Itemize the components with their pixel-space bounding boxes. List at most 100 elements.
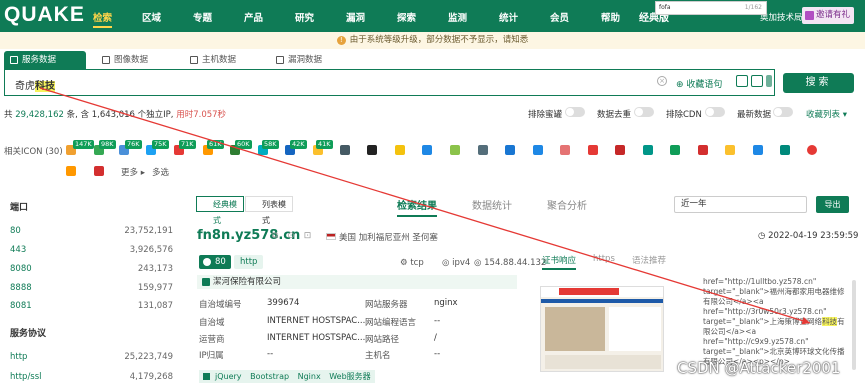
favicon-19[interactable] <box>560 145 570 155</box>
ip-owner-key: IP归属 <box>199 351 224 361</box>
stats-total: 29,428,162 <box>15 110 64 120</box>
image-search-icon[interactable] <box>736 75 748 87</box>
isp-value: INTERNET HOSTSPAC... <box>267 333 366 343</box>
gift-icon <box>805 11 814 20</box>
favicon-12[interactable] <box>367 145 377 155</box>
favicon-23[interactable] <box>670 145 680 155</box>
port-filter-item[interactable]: 8081 131,087 <box>10 301 173 311</box>
nav-monitor[interactable]: 监测 <box>448 10 467 24</box>
favicon-25[interactable] <box>725 145 735 155</box>
toggle-latest[interactable] <box>773 107 793 117</box>
favicon-count: 75K <box>152 140 169 149</box>
port-value: 8888 <box>10 283 32 293</box>
mode-label: 经典模式 <box>213 200 237 225</box>
host-action-icons[interactable]: ⧉ ⊙ ⊡ <box>272 231 314 241</box>
fav-list-dropdown[interactable]: 收藏列表 ▾ <box>806 108 847 120</box>
favicon-15[interactable] <box>450 145 460 155</box>
favicon-11[interactable] <box>340 145 350 155</box>
favicon-29[interactable] <box>66 166 76 176</box>
query-highlight: 科技 <box>35 81 55 92</box>
invite-button[interactable]: 邀请有礼 <box>802 7 854 24</box>
favicon-18[interactable] <box>533 145 543 155</box>
favicon-27[interactable] <box>780 145 790 155</box>
fav-query-button[interactable]: ⊕ 收藏语句 <box>676 77 722 90</box>
transport-label: ⚙ tcp <box>400 258 424 268</box>
list-mode-button[interactable]: 列表模式 <box>245 196 293 225</box>
image-icon <box>102 56 110 64</box>
nav-help[interactable]: 帮助 <box>601 10 620 24</box>
more-label: 更多 <box>121 168 139 178</box>
bug-icon <box>276 56 284 64</box>
ip-address[interactable]: ◎ 154.88.44.132 <box>474 258 546 268</box>
nav-explore[interactable]: 探索 <box>397 10 416 24</box>
search-input[interactable]: 奇虎科技 × ⊕ 收藏语句 <box>4 69 775 96</box>
protocol-badge[interactable]: http <box>234 255 264 269</box>
website-screenshot[interactable] <box>540 286 664 372</box>
code-part: target="_blank">上海策博宣网络 <box>703 317 823 326</box>
port-badge[interactable]: 80 <box>199 255 231 269</box>
tab-data-stats[interactable]: 数据统计 <box>472 197 512 212</box>
tab-aggregate-analysis[interactable]: 聚合分析 <box>547 197 587 212</box>
tab-service-data[interactable]: 服务数据 <box>4 51 86 69</box>
nav-member[interactable]: 会员 <box>550 10 569 24</box>
fav-query-label: 收藏语句 <box>686 80 723 90</box>
find-popup[interactable]: fofa 1/162 <box>655 1 767 15</box>
favicon-21[interactable] <box>615 145 625 155</box>
nav-search[interactable]: 检索 <box>93 10 113 28</box>
favicon-26[interactable] <box>753 145 763 155</box>
tab-https[interactable]: https <box>593 254 615 264</box>
web-server-value: nginx <box>434 298 458 308</box>
tab-vuln-data[interactable]: 漏洞数据 <box>270 51 350 69</box>
favicon-28[interactable] <box>807 145 817 155</box>
favicon-20[interactable] <box>588 145 598 155</box>
nav-region[interactable]: 区域 <box>142 10 161 24</box>
toggle-exclude-cdn[interactable] <box>705 107 725 117</box>
tab-host-data[interactable]: 主机数据 <box>184 51 264 69</box>
favicon-30[interactable] <box>94 166 104 176</box>
grid-icon[interactable] <box>766 75 772 87</box>
multi-select-button[interactable]: 多选 <box>152 166 169 178</box>
tab-image-data[interactable]: 图像数据 <box>96 51 176 69</box>
port-filter-item[interactable]: 80 23,752,191 <box>10 226 173 236</box>
protocol-filter-item[interactable]: http/ssl 4,179,268 <box>10 372 173 382</box>
classic-mode-button[interactable]: 经典模式 <box>196 196 244 225</box>
port-filter-item[interactable]: 443 3,926,576 <box>10 245 173 255</box>
tab-syntax-recommend[interactable]: 语法推荐 <box>632 254 666 266</box>
scan-icon[interactable] <box>751 75 763 87</box>
screenshot-footer <box>545 355 661 369</box>
nav-vuln[interactable]: 漏洞 <box>346 10 365 24</box>
search-button[interactable]: 搜索 <box>783 73 854 93</box>
search-query[interactable]: 奇虎科技 <box>15 77 55 92</box>
notice-text: 由于系统等级升级，部分数据不予显示，请知悉 <box>349 35 529 45</box>
nav-product[interactable]: 产品 <box>244 10 263 24</box>
date-range-select[interactable]: 近一年 <box>674 196 807 213</box>
export-button[interactable]: 导出 <box>816 196 849 213</box>
response-scrollbar[interactable] <box>852 280 856 370</box>
favicon-24[interactable] <box>698 145 708 155</box>
favicon-14[interactable] <box>422 145 432 155</box>
more-icons-button[interactable]: 更多 ▸ <box>121 166 145 178</box>
as-key: 自治域 <box>199 318 225 328</box>
favicon-13[interactable] <box>395 145 405 155</box>
quake-logo[interactable]: QUAKE <box>4 3 85 27</box>
tab-cert-response[interactable]: 证书响应 <box>542 254 577 270</box>
clear-icon[interactable]: × <box>657 76 667 86</box>
port-filter-item[interactable]: 8080 243,173 <box>10 264 173 274</box>
favicon-17[interactable] <box>505 145 515 155</box>
toggle-dedup[interactable] <box>634 107 654 117</box>
toggle-exclude-honeypot[interactable] <box>565 107 585 117</box>
as-value: INTERNET HOSTSPAC... <box>267 316 366 326</box>
favicon-16[interactable] <box>478 145 488 155</box>
path-value: / <box>434 333 437 343</box>
asn-value: 399674 <box>267 298 300 308</box>
nav-stats[interactable]: 统计 <box>499 10 518 24</box>
building-icon <box>202 278 210 286</box>
protocol-filter-item[interactable]: http 25,223,749 <box>10 352 173 362</box>
tab-search-results[interactable]: 检索结果 <box>397 197 437 217</box>
fav-list-label: 收藏列表 <box>806 110 841 120</box>
nav-research[interactable]: 研究 <box>295 10 314 24</box>
port-filter-item[interactable]: 8888 159,977 <box>10 283 173 293</box>
favicon-22[interactable] <box>643 145 653 155</box>
find-popup-text: fofa <box>659 4 671 11</box>
nav-topic[interactable]: 专题 <box>193 10 212 24</box>
